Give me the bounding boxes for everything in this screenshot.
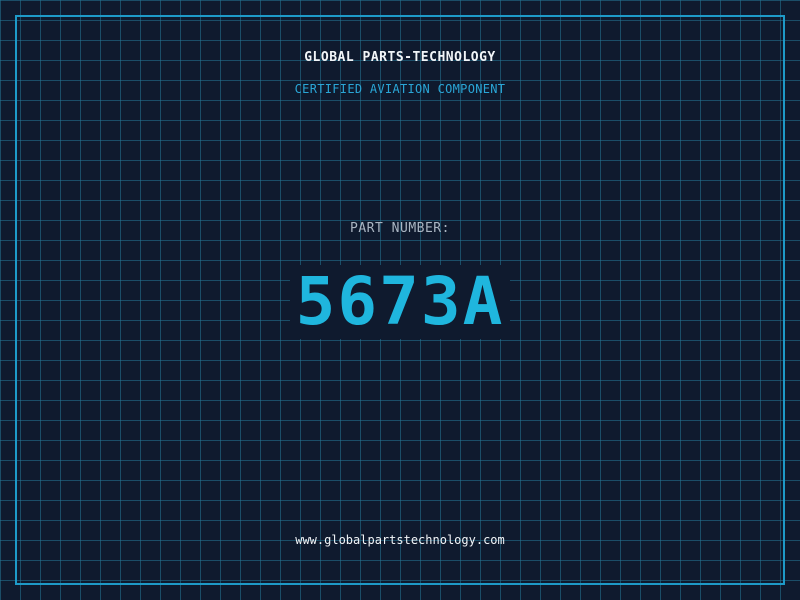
website-url: www.globalpartstechnology.com xyxy=(295,533,505,547)
certification-tagline: CERTIFIED AVIATION COMPONENT xyxy=(294,82,506,96)
part-number-label: PART NUMBER: xyxy=(350,221,450,236)
company-name: GLOBAL PARTS-TECHNOLOGY xyxy=(304,50,496,65)
part-number-container: 5673A xyxy=(0,262,800,342)
part-number-value: 5673A xyxy=(289,265,511,339)
